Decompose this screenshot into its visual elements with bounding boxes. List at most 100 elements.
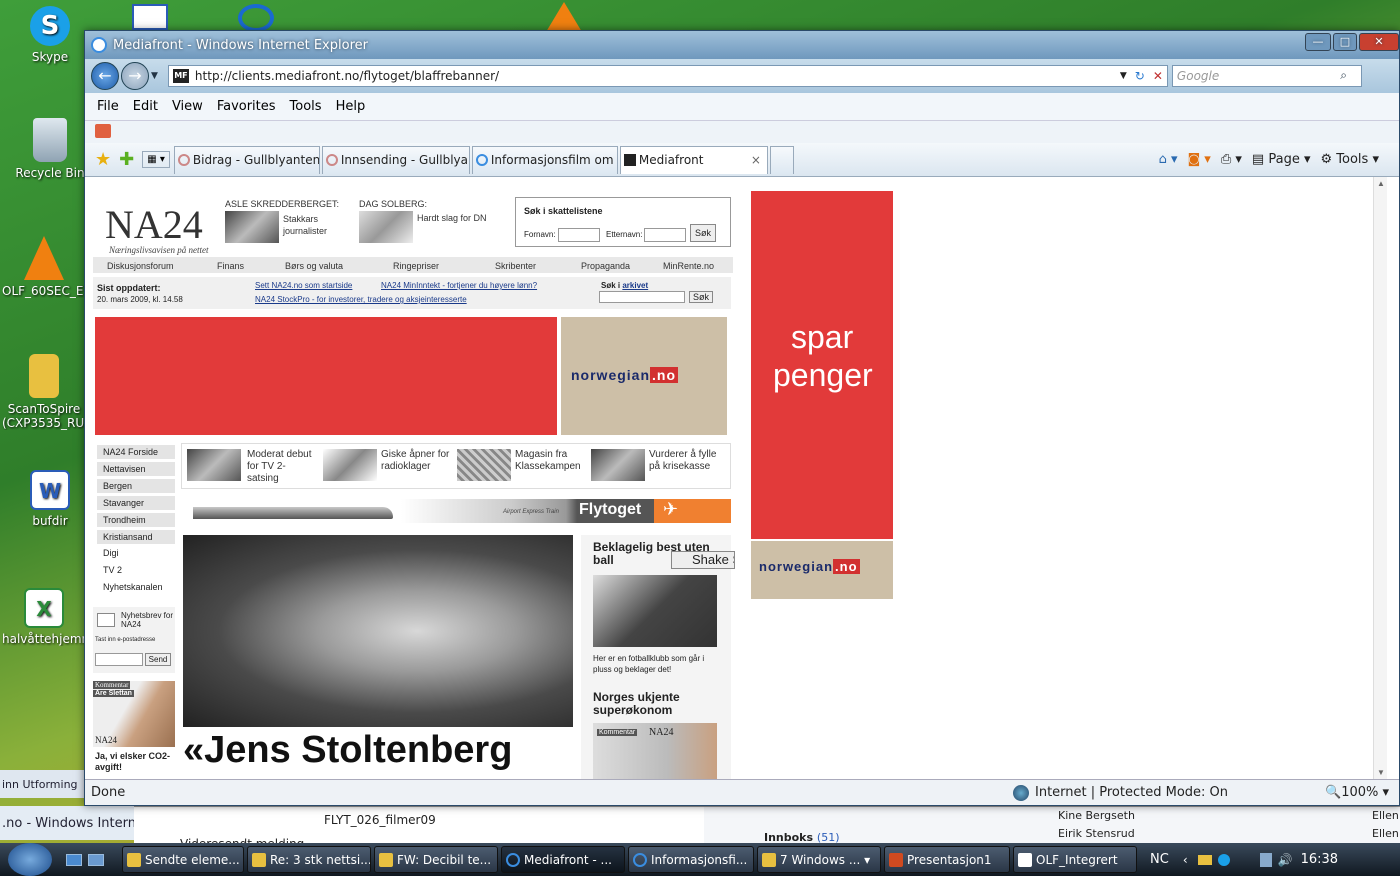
forward-button[interactable]: → [121,62,149,90]
start-button[interactable] [8,843,52,876]
chevron-down-icon[interactable]: ▼ [151,71,158,81]
clock[interactable]: 16:38 [1301,852,1338,867]
add-favorite-icon[interactable]: ✚ [119,149,134,170]
scroll-down-icon[interactable]: ▼ [1377,768,1385,777]
task-informasjonsfilm[interactable]: Informasjonsfi... [628,846,754,873]
tab-informasjonsfilm[interactable]: Informasjonsfilm om ... [471,145,618,174]
page-menu[interactable]: ▤ Page ▾ [1252,152,1311,167]
volume-icon[interactable]: 🔊 [1278,853,1293,867]
sidebar-item-stavanger[interactable]: Stavanger [97,496,175,510]
tax-search-button[interactable]: Søk [690,224,716,242]
headline2-thumbnail[interactable] [359,211,413,243]
right-story1-teaser[interactable]: Her er en fotballklubb som går i pluss o… [593,653,721,675]
task-fw-decibil[interactable]: FW: Decibil te... [374,846,498,873]
search-input[interactable]: Google ⌕ [1171,65,1362,87]
address-bar[interactable]: MF http://clients.mediafront.no/flytoget… [167,65,1168,87]
lead-headline[interactable]: «Jens Stoltenberg [183,729,512,772]
stop-icon[interactable]: ✕ [1153,69,1163,83]
sidebar-item-nettavisen[interactable]: Nettavisen [97,462,175,476]
right-story2-photo[interactable]: Kommentar NA24 [593,723,717,779]
menu-help[interactable]: Help [336,99,366,114]
tab-close-icon[interactable]: × [751,153,761,167]
desktop-ie-icon[interactable] [238,4,274,32]
column-teaser-text[interactable]: Ja, vi elsker CO2-avgift! [95,751,175,773]
nav-propaganda[interactable]: Propaganda [581,261,630,271]
archive-search-input[interactable] [599,291,685,303]
desktop-icon-skype[interactable]: S Skype [10,6,90,64]
last-name-input[interactable] [644,228,686,242]
tray-network-icon[interactable] [1259,852,1272,867]
news-item-4[interactable]: Vurderer å fylle på krisekasse [649,449,721,473]
desktop-word-icon[interactable] [132,4,168,30]
feeds-icon[interactable]: ◙ ▾ [1188,152,1211,167]
sidebar-item-nyhetskanalen[interactable]: Nyhetskanalen [97,580,175,594]
search-icon[interactable]: ⌕ [1340,68,1347,83]
nav-ringepriser[interactable]: Ringepriser [393,261,439,271]
task-presentasjon[interactable]: Presentasjon1 [884,846,1010,873]
snippet-icon[interactable] [95,124,111,138]
scroll-up-icon[interactable]: ▲ [1377,179,1385,188]
news-thumbnail[interactable] [187,449,241,481]
norwegian-ad[interactable]: norwegian .no [561,317,727,435]
address-dropdown-icon[interactable]: ▼ [1120,71,1127,81]
desktop-icon-olf[interactable]: OLF_60SEC_EN [2,236,86,298]
show-desktop-icon[interactable] [66,853,82,866]
news-thumbnail[interactable] [323,449,377,481]
column-teaser[interactable]: Kommentar Are Slettan NA24 [93,681,175,747]
task-re-nettsider[interactable]: Re: 3 stk nettsi... [247,846,371,873]
print-icon[interactable]: ⎙ ▾ [1221,152,1242,167]
task-sendte[interactable]: Sendte eleme... [122,846,244,873]
sidebar-item-bergen[interactable]: Bergen [97,479,175,493]
maximize-button[interactable]: □ [1333,33,1357,51]
first-name-input[interactable] [558,228,600,242]
news-thumbnail[interactable] [591,449,645,481]
language-indicator[interactable]: NC [1150,852,1169,867]
tab-bidrag[interactable]: Bidrag - Gullblyanten [173,145,320,174]
new-tab-button[interactable] [769,145,794,174]
norwegian-banner[interactable]: norwegian .no [751,541,893,599]
news-thumbnail[interactable] [457,449,511,481]
newsletter-send-button[interactable]: Send [145,653,171,666]
menu-view[interactable]: View [172,99,203,114]
quick-tabs-icon[interactable]: ▦ ▾ [142,151,170,168]
tray-expand-icon[interactable]: ‹ [1183,853,1188,867]
minimize-button[interactable]: — [1305,33,1331,51]
home-icon[interactable]: ⌂ ▾ [1159,152,1178,167]
task-windows-group[interactable]: 7 Windows ... ▾ [757,846,881,873]
news-item-1[interactable]: Moderat debut for TV 2-satsing [247,449,317,485]
nav-diskusjonsforum[interactable]: Diskusjonsforum [107,261,174,271]
link-startside[interactable]: Sett NA24.no som startside [255,281,352,290]
nav-skribenter[interactable]: Skribenter [495,261,536,271]
menu-favorites[interactable]: Favorites [217,99,276,114]
refresh-icon[interactable]: ↻ [1135,69,1145,83]
menu-tools[interactable]: Tools [290,99,322,114]
flytoget-banner[interactable]: Airport Express Train Flytoget ✈ [181,499,731,523]
back-button[interactable]: ← [91,62,119,90]
link-mininntekt[interactable]: NA24 MinInntekt - fortjener du høyere lø… [381,281,537,290]
news-item-3[interactable]: Magasin fra Klassekampen [515,449,589,473]
sidebar-item-na24-forside[interactable]: NA24 Forside [97,445,175,459]
favorites-star-icon[interactable]: ★ [95,149,111,170]
close-button[interactable]: ✕ [1359,33,1399,51]
tab-innsending[interactable]: Innsending - Gullblya... [321,145,470,174]
desktop-icon-halvatte[interactable]: X halvåttehjemm [2,588,86,646]
archive-link[interactable]: arkivet [622,281,648,290]
tab-mediafront[interactable]: Mediafront × [619,145,768,174]
archive-search-button[interactable]: Søk [689,291,713,303]
headline1-thumbnail[interactable] [225,211,279,243]
nav-finans[interactable]: Finans [217,261,244,271]
sidebar-item-trondheim[interactable]: Trondheim [97,513,175,527]
tray-skype-icon[interactable] [1217,853,1230,866]
desktop-vlc-icon[interactable] [546,2,582,32]
link-stockpro[interactable]: NA24 StockPro - for investorer, tradere … [255,295,467,304]
spar-penger-banner[interactable]: spar penger [751,191,893,539]
desktop-icon-bufdir[interactable]: W bufdir [10,470,90,528]
red-ad-banner[interactable] [95,317,557,435]
na24-logo[interactable]: NA24 [105,201,203,248]
switch-windows-icon[interactable] [88,853,104,866]
news-item-2[interactable]: Giske åpner for radioklager [381,449,455,473]
vertical-scrollbar[interactable]: ▲ ▼ [1373,177,1387,779]
sidebar-item-digi[interactable]: Digi [97,546,175,560]
menu-edit[interactable]: Edit [133,99,158,114]
headline1-text[interactable]: Stakkars journalister [283,213,339,237]
